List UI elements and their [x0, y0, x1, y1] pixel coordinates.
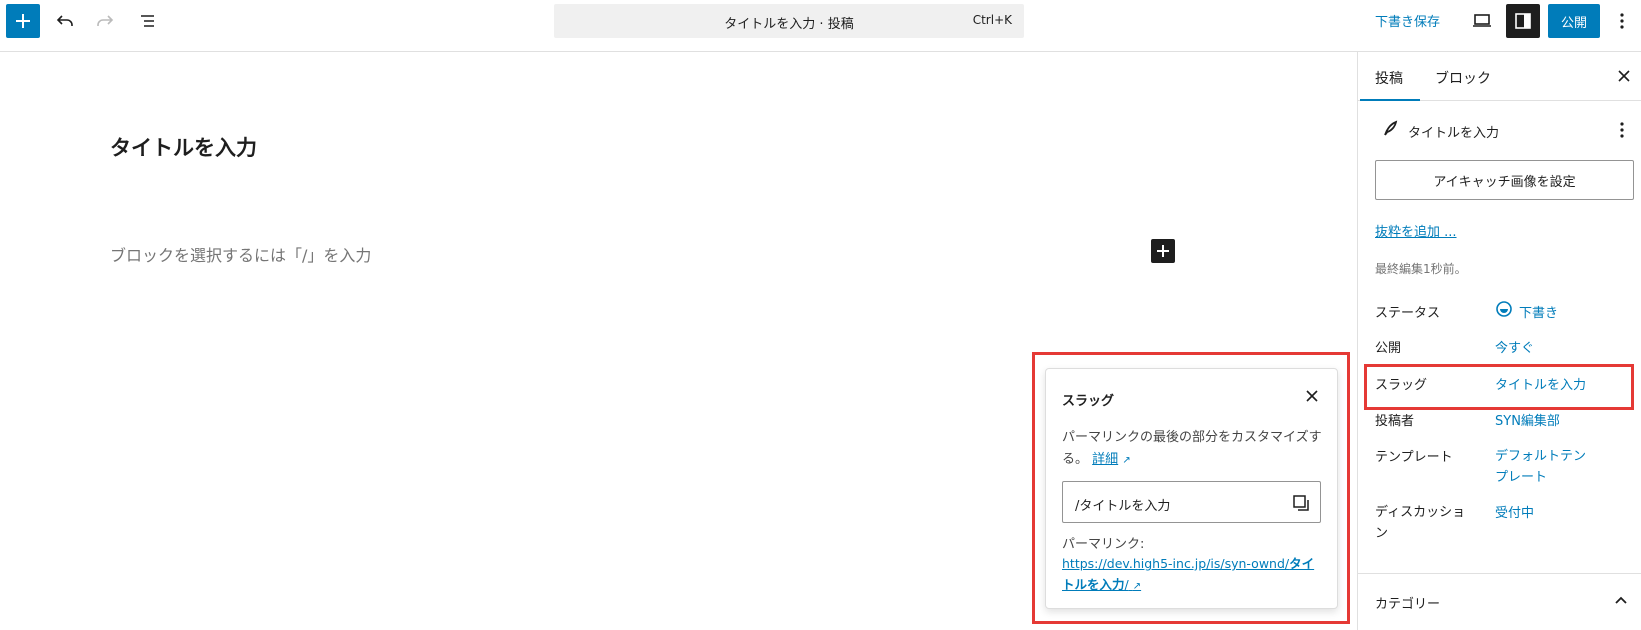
add-excerpt-link[interactable]: 抜粋を追加 ... — [1375, 221, 1457, 240]
slug-label: スラッグ — [1375, 378, 1428, 393]
vertical-dots-icon — [1620, 13, 1624, 29]
save-draft-button[interactable]: 下書き保存 — [1375, 11, 1440, 30]
draft-status-icon — [1496, 301, 1512, 317]
sidebar-tabs: 投稿 ブロック — [1358, 52, 1641, 101]
template-value[interactable]: デフォルトテンプレート — [1495, 446, 1595, 488]
popover-close-button[interactable] — [1301, 385, 1323, 407]
slug-input-value: /タイトルを入力 — [1075, 499, 1171, 514]
discussion-value[interactable]: 受付中 — [1495, 502, 1534, 521]
category-panel-toggle[interactable]: カテゴリー — [1375, 593, 1440, 612]
last-edited-text: 最終編集1秒前。 — [1375, 262, 1467, 276]
undo-icon — [56, 15, 73, 26]
undo-button[interactable] — [48, 4, 82, 38]
copy-icon — [1293, 495, 1309, 511]
post-feather-icon — [1384, 120, 1398, 136]
preview-button[interactable] — [1465, 4, 1499, 38]
active-tab-indicator — [1360, 99, 1420, 101]
settings-toggle-button[interactable] — [1506, 4, 1540, 38]
tab-post[interactable]: 投稿 — [1375, 68, 1403, 88]
popover-title: スラッグ — [1062, 394, 1115, 409]
chevron-up-icon — [1615, 596, 1627, 604]
slug-input[interactable]: /タイトルを入力 — [1062, 481, 1321, 523]
discussion-label: ディスカッション — [1375, 505, 1466, 541]
editor-toolbar: タイトルを入力 · 投稿 Ctrl+K 下書き保存 公開 — [0, 0, 1641, 52]
add-block-button[interactable] — [6, 4, 40, 38]
document-title: タイトルを入力 — [1408, 126, 1500, 141]
slug-value[interactable]: タイトルを入力 — [1495, 374, 1586, 393]
inline-add-block-button[interactable] — [1151, 239, 1175, 263]
sidebar-close-button[interactable] — [1614, 66, 1634, 86]
redo-icon — [97, 15, 114, 26]
permalink-label: パーマリンク: — [1062, 537, 1145, 552]
plus-icon — [16, 14, 30, 28]
author-label: 投稿者 — [1375, 414, 1415, 429]
detail-link[interactable]: 詳細 — [1092, 452, 1118, 467]
command-palette-bar[interactable]: タイトルを入力 · 投稿 Ctrl+K — [554, 4, 1024, 38]
permalink-link[interactable]: https://dev.high5-inc.jp/is/syn-ownd/タイト… — [1062, 553, 1322, 597]
template-label: テンプレート — [1375, 450, 1453, 465]
close-icon — [1618, 70, 1630, 82]
permalink-base: https://dev.high5-inc.jp/is/syn-ownd/ — [1062, 556, 1290, 571]
tab-block[interactable]: ブロック — [1435, 68, 1491, 88]
publish-value[interactable]: 今すぐ — [1495, 337, 1534, 356]
list-view-icon — [141, 15, 154, 27]
block-placeholder[interactable]: ブロックを選択するには「/」を入力 — [110, 242, 371, 266]
settings-sidebar: 投稿 ブロック タイトルを入力 アイキャッチ画像を設定 抜粋を追加 ... 最終… — [1357, 52, 1641, 630]
copy-button[interactable] — [1290, 492, 1312, 514]
permalink-trailing: / — [1124, 577, 1129, 592]
popover-description: パーマリンクの最後の部分をカスタマイズする。 詳細 ↗ — [1062, 427, 1327, 472]
publish-button[interactable]: 公開 — [1548, 4, 1600, 38]
slug-popover: スラッグ パーマリンクの最後の部分をカスタマイズする。 詳細 ↗ /タイトルを入… — [1045, 368, 1338, 609]
publish-label: 公開 — [1375, 341, 1402, 356]
vertical-dots-icon — [1620, 122, 1624, 138]
status-label: ステータス — [1375, 306, 1441, 321]
collapse-panel-button[interactable] — [1611, 590, 1631, 610]
post-actions-button[interactable] — [1613, 118, 1631, 142]
redo-button[interactable] — [88, 4, 122, 38]
external-link-icon: ↗ — [1122, 455, 1131, 466]
plus-icon — [1157, 245, 1169, 257]
status-value[interactable]: 下書き — [1519, 302, 1558, 321]
post-title-field[interactable]: タイトルを入力 — [110, 132, 257, 162]
panel-divider — [1358, 573, 1641, 574]
set-featured-image-button[interactable]: アイキャッチ画像を設定 — [1375, 160, 1634, 200]
desktop-icon — [1473, 14, 1491, 27]
document-overview-button[interactable] — [131, 4, 165, 38]
options-menu-button[interactable] — [1610, 4, 1634, 38]
command-title: タイトルを入力 · 投稿 — [724, 17, 854, 32]
external-link-icon: ↗ — [1132, 581, 1142, 592]
author-value[interactable]: SYN編集部 — [1495, 410, 1560, 429]
command-shortcut: Ctrl+K — [972, 13, 1012, 27]
sidebar-icon — [1515, 13, 1531, 29]
close-icon — [1306, 390, 1318, 402]
